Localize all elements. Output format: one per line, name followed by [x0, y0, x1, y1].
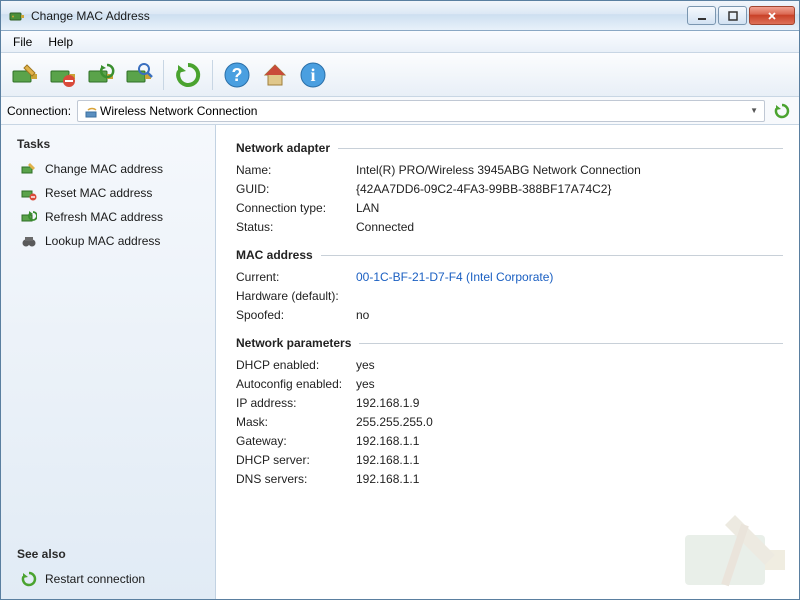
sidebar-item-label: Refresh MAC address: [45, 210, 163, 224]
row-net-ip: IP address:192.168.1.9: [236, 396, 783, 410]
connection-selected-text: Wireless Network Connection: [100, 104, 750, 118]
sidebar-item-label: Reset MAC address: [45, 186, 152, 200]
window-controls: [685, 6, 795, 25]
connection-row: Connection: Wireless Network Connection …: [1, 97, 799, 125]
row-net-dns: DNS servers:192.168.1.1: [236, 472, 783, 486]
svg-text:?: ?: [232, 65, 243, 85]
row-adapter-name: Name:Intel(R) PRO/Wireless 3945ABG Netwo…: [236, 163, 783, 177]
window-title: Change MAC Address: [31, 9, 685, 23]
sidebar-item-lookup-mac[interactable]: Lookup MAC address: [11, 229, 205, 253]
home-icon: [261, 61, 289, 89]
row-adapter-status: Status:Connected: [236, 220, 783, 234]
info-icon: i: [299, 61, 327, 89]
sidebar-item-change-mac[interactable]: Change MAC address: [11, 157, 205, 181]
toolbar-lookup-mac-button[interactable]: [121, 57, 157, 93]
help-icon: ?: [223, 61, 251, 89]
connection-select[interactable]: Wireless Network Connection ▼: [77, 100, 765, 122]
sidebar-item-refresh-mac[interactable]: Refresh MAC address: [11, 205, 205, 229]
mac-current-link[interactable]: 00-1C-BF-21-D7-F4 (Intel Corporate): [356, 270, 553, 284]
toolbar-separator: [212, 60, 213, 90]
watermark-icon: [675, 495, 795, 595]
row-net-dhcp-server: DHCP server:192.168.1.1: [236, 453, 783, 467]
menu-file[interactable]: File: [5, 33, 40, 51]
row-adapter-guid: GUID:{42AA7DD6-09C2-4FA3-99BB-388BF17A74…: [236, 182, 783, 196]
row-mac-hardware: Hardware (default):: [236, 289, 783, 303]
network-card-refresh-icon: [87, 61, 115, 89]
section-header-net: Network parameters: [236, 336, 783, 350]
menubar: File Help: [1, 31, 799, 53]
row-mac-spoofed: Spoofed:no: [236, 308, 783, 322]
titlebar: Change MAC Address: [1, 1, 799, 31]
menu-help[interactable]: Help: [40, 33, 81, 51]
svg-text:i: i: [310, 65, 315, 85]
network-card-pencil-icon: [21, 161, 37, 177]
wireless-icon: [84, 103, 100, 119]
toolbar-separator: [163, 60, 164, 90]
network-card-search-icon: [125, 61, 153, 89]
toolbar-home-button[interactable]: [257, 57, 293, 93]
row-net-gateway: Gateway:192.168.1.1: [236, 434, 783, 448]
network-card-reset-icon: [49, 61, 77, 89]
tasks-header: Tasks: [17, 137, 205, 151]
row-mac-current: Current:00-1C-BF-21-D7-F4 (Intel Corpora…: [236, 270, 783, 284]
toolbar-reset-mac-button[interactable]: [45, 57, 81, 93]
connection-label: Connection:: [7, 104, 71, 118]
row-net-mask: Mask:255.255.255.0: [236, 415, 783, 429]
row-adapter-conn-type: Connection type:LAN: [236, 201, 783, 215]
chevron-down-icon: ▼: [750, 106, 758, 115]
section-header-mac: MAC address: [236, 248, 783, 262]
refresh-small-icon: [21, 571, 37, 587]
sidebar-item-label: Restart connection: [45, 572, 145, 586]
row-net-dhcp: DHCP enabled:yes: [236, 358, 783, 372]
binoculars-icon: [21, 233, 37, 249]
sidebar-item-reset-mac[interactable]: Reset MAC address: [11, 181, 205, 205]
section-header-adapter: Network adapter: [236, 141, 783, 155]
sidebar: Tasks Change MAC address Reset MAC addre…: [1, 125, 216, 599]
content: Network adapter Name:Intel(R) PRO/Wirele…: [216, 125, 799, 599]
refresh-small-icon: [774, 103, 790, 119]
network-card-reset-icon: [21, 185, 37, 201]
sidebar-item-restart-connection[interactable]: Restart connection: [11, 567, 205, 591]
app-icon: [9, 8, 25, 24]
network-card-pencil-icon: [11, 61, 39, 89]
close-button[interactable]: [749, 6, 795, 25]
connection-refresh-button[interactable]: [771, 100, 793, 122]
app-window: Change MAC Address File Help ? i Connect…: [0, 0, 800, 600]
maximize-button[interactable]: [718, 6, 747, 25]
row-net-autoconfig: Autoconfig enabled:yes: [236, 377, 783, 391]
sidebar-item-label: Change MAC address: [45, 162, 163, 176]
toolbar-refresh-mac-button[interactable]: [83, 57, 119, 93]
sidebar-item-label: Lookup MAC address: [45, 234, 160, 248]
network-card-refresh-icon: [21, 209, 37, 225]
refresh-icon: [174, 61, 202, 89]
toolbar: ? i: [1, 53, 799, 97]
see-also-header: See also: [17, 547, 205, 561]
minimize-button[interactable]: [687, 6, 716, 25]
toolbar-change-mac-button[interactable]: [7, 57, 43, 93]
toolbar-refresh-button[interactable]: [170, 57, 206, 93]
toolbar-about-button[interactable]: i: [295, 57, 331, 93]
toolbar-help-button[interactable]: ?: [219, 57, 255, 93]
body: Tasks Change MAC address Reset MAC addre…: [1, 125, 799, 599]
